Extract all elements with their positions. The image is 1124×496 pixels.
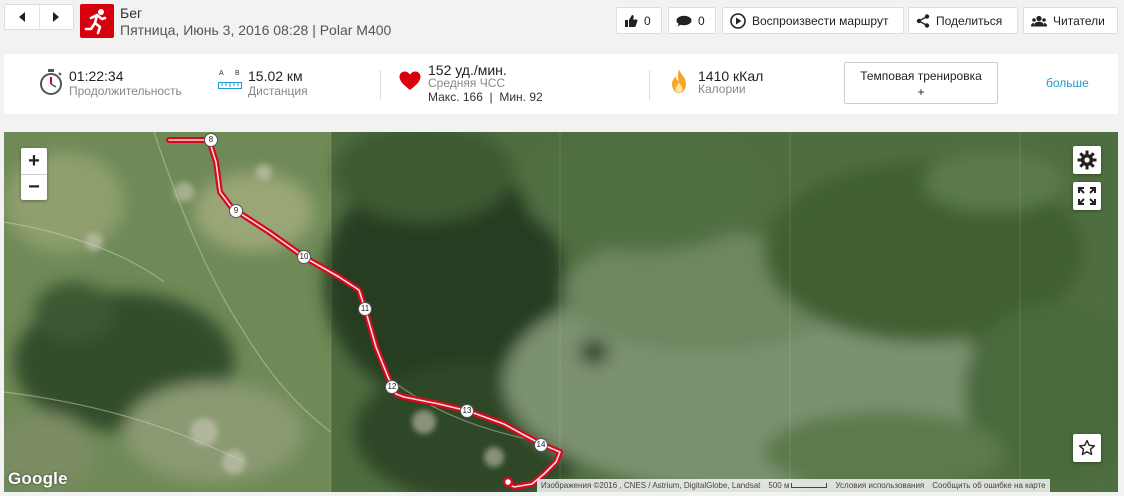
training-type-label: Темповая тренировка (860, 69, 982, 83)
zoom-in-button[interactable]: + (21, 148, 47, 174)
fullscreen-button[interactable] (1073, 182, 1101, 210)
comments-button[interactable]: 0 (668, 7, 716, 34)
hr-minmax: Макс. 166 | Мин. 92 (428, 90, 543, 104)
chevron-right-icon (53, 12, 60, 22)
followers-button[interactable]: Читатели (1023, 7, 1118, 34)
prev-activity-button[interactable] (5, 5, 39, 29)
comments-count: 0 (698, 13, 705, 28)
comment-icon (676, 15, 692, 26)
km-marker: 9 (229, 204, 243, 218)
training-add-plus: + (917, 85, 925, 99)
km-marker-label: 9 (233, 206, 239, 215)
activity-summary: 01:22:34 Продолжительность A B 15.02 км … (4, 54, 1118, 114)
km-marker: 10 (297, 250, 311, 264)
gear-icon (1077, 150, 1097, 170)
like-button[interactable]: 0 (616, 7, 662, 34)
km-marker-label: 14 (536, 440, 546, 449)
terms-link[interactable]: Условия использования (831, 481, 928, 490)
calories-label: Калории (698, 82, 746, 96)
map-settings-button[interactable] (1073, 146, 1101, 174)
running-icon (80, 4, 114, 38)
hr-label: Средняя ЧСС (428, 76, 506, 90)
chevron-left-icon (18, 12, 25, 22)
next-activity-button[interactable] (38, 5, 73, 29)
training-type-button[interactable]: Темповая тренировка + (844, 62, 998, 104)
map-attribution-bar: Изображения ©2016 , CNES / Astrium, Digi… (537, 479, 1050, 492)
star-icon (1078, 439, 1096, 456)
activity-nav (4, 4, 74, 30)
km-marker: 12 (385, 380, 399, 394)
google-logo: Google (8, 469, 68, 488)
people-icon (1031, 15, 1047, 26)
followers-label: Читатели (1053, 13, 1105, 28)
distance-value: 15.02 км (248, 68, 303, 84)
fullscreen-icon (1078, 187, 1096, 205)
divider (380, 70, 381, 100)
route-track (166, 137, 563, 490)
share-icon (916, 13, 930, 28)
km-marker: 8 (204, 133, 218, 147)
distance-label: Дистанция (248, 84, 308, 98)
replay-route-button[interactable]: Воспроизвести маршрут (722, 7, 904, 34)
report-error-link[interactable]: Сообщить об ошибке на карте (928, 481, 1049, 490)
share-button[interactable]: Поделиться (908, 7, 1018, 34)
sport-title: Бег (120, 5, 143, 21)
duration-value: 01:22:34 (69, 68, 124, 84)
route-map[interactable]: 8 9 10 11 12 13 14 + − Google Изображени… (4, 132, 1118, 492)
divider (649, 70, 650, 100)
flame-icon (672, 69, 686, 93)
imagery-attribution: Изображения ©2016 , CNES / Astrium, Digi… (541, 481, 761, 490)
km-marker-label: 11 (360, 304, 370, 313)
scale-label: 500 м (768, 481, 790, 490)
play-icon (730, 12, 746, 29)
distance-a-label: A (219, 70, 224, 77)
km-marker-label: 13 (462, 406, 472, 415)
map-scale[interactable]: 500 м (764, 481, 831, 490)
stopwatch-icon (40, 69, 62, 95)
heart-icon (399, 71, 421, 90)
km-marker-label: 12 (387, 382, 397, 391)
route-end-marker (502, 476, 514, 488)
duration-label: Продолжительность (69, 84, 182, 98)
more-link[interactable]: больше (1046, 76, 1089, 90)
scale-bar (791, 483, 828, 489)
share-label: Поделиться (936, 13, 1003, 28)
km-marker: 13 (460, 404, 474, 418)
likes-count: 0 (644, 13, 651, 28)
distance-b-label: B (235, 70, 240, 77)
km-marker: 11 (358, 302, 372, 316)
km-marker: 14 (534, 438, 548, 452)
activity-header: Бег Пятница, Июнь 3, 2016 08:28 | Polar … (0, 0, 1124, 46)
zoom-out-button[interactable]: − (21, 174, 47, 200)
thumbs-up-icon (625, 14, 638, 27)
activity-subtitle: Пятница, Июнь 3, 2016 08:28 | Polar M400 (120, 22, 392, 38)
km-marker-label: 10 (299, 252, 309, 261)
km-marker-label: 8 (208, 135, 214, 144)
favorite-route-button[interactable] (1073, 434, 1101, 462)
zoom-control: + − (21, 148, 47, 200)
replay-route-label: Воспроизвести маршрут (752, 13, 889, 28)
